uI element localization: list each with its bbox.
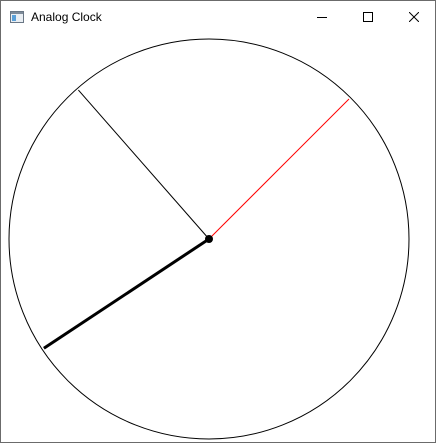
app-window: Analog Clock (0, 0, 436, 443)
center-pin (205, 235, 213, 243)
clock-area (1, 32, 435, 442)
maximize-icon (363, 11, 373, 22)
close-button[interactable] (391, 1, 436, 32)
minimize-button[interactable] (299, 1, 345, 32)
title-bar[interactable]: Analog Clock (1, 1, 435, 32)
window-app-icon[interactable] (9, 9, 25, 25)
analog-clock (8, 38, 410, 440)
maximize-button[interactable] (345, 1, 391, 32)
window-title: Analog Clock (31, 10, 102, 24)
minimize-icon (317, 16, 327, 18)
close-icon (409, 11, 419, 22)
